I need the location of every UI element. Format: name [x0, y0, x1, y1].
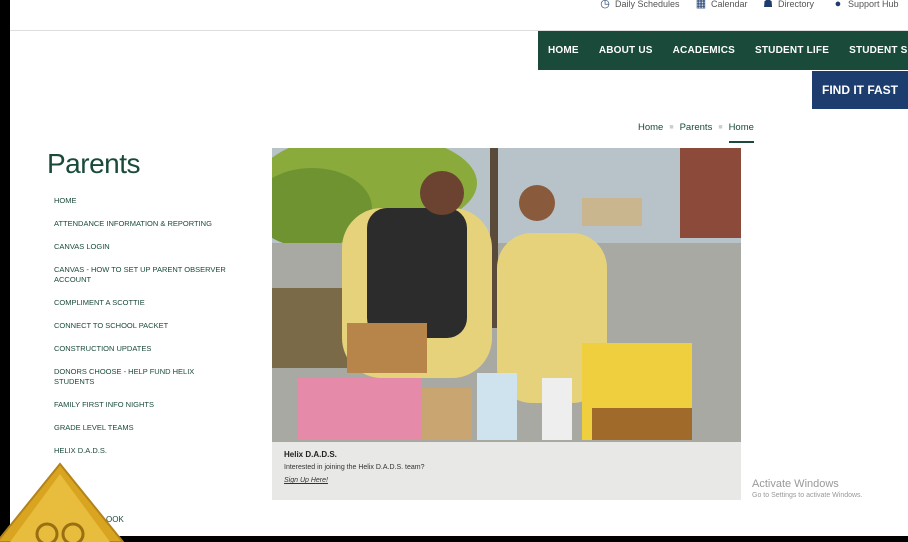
utility-link-directory[interactable]: ☗ Directory [762, 0, 814, 11]
browser-viewport: ◷ Daily Schedules ▦ Calendar ☗ Directory… [10, 0, 908, 536]
sidebar-item-donors-choose[interactable]: DONORS CHOOSE - HELP FUND HELIX STUDENTS [54, 367, 234, 387]
sidebar-item-grade-level[interactable]: GRADE LEVEL TEAMS [54, 423, 234, 433]
calendar-icon: ▦ [695, 0, 707, 10]
caption-signup-link[interactable]: Sign Up Here! [284, 477, 328, 484]
nav-student-life[interactable]: STUDENT LIFE [745, 45, 839, 56]
watermark-subtitle: Go to Settings to activate Windows. [752, 492, 863, 499]
clock-icon: ◷ [600, 0, 610, 10]
breadcrumb-home[interactable]: Home [638, 122, 663, 133]
breadcrumb-separator: ■ [718, 124, 723, 131]
caption-text: Interested in joining the Helix D.A.D.S.… [284, 464, 425, 471]
support-icon: ● [834, 0, 842, 10]
hero-caption: Helix D.A.D.S. Interested in joining the… [272, 442, 741, 500]
sidebar-item-compliment[interactable]: COMPLIMENT A SCOTTIE [54, 298, 234, 308]
sidebar-item-attendance[interactable]: ATTENDANCE INFORMATION & REPORTING [54, 219, 234, 229]
page-title: Parents [47, 148, 141, 179]
sidebar-item-connect-packet[interactable]: CONNECT TO SCHOOL PACKET [54, 321, 234, 331]
utility-link-calendar[interactable]: ▦ Calendar [695, 0, 748, 11]
nav-home[interactable]: HOME [538, 45, 589, 56]
utility-label: Support Hub [848, 0, 899, 9]
main-navigation: HOME ABOUT US ACADEMICS STUDENT LIFE STU… [538, 31, 908, 70]
watermark-title: Activate Windows [752, 478, 839, 490]
breadcrumb-current: Home [728, 122, 754, 143]
utility-link-support[interactable]: ● Support Hub [832, 0, 899, 11]
sidebar-item-helix-dads[interactable]: HELIX D.A.D.S. [54, 446, 234, 456]
sidebar-item-canvas-observer[interactable]: CANVAS - HOW TO SET UP PARENT OBSERVER A… [54, 265, 234, 285]
sidebar-menu: HOME ATTENDANCE INFORMATION & REPORTING … [54, 196, 234, 469]
school-badge-icon [0, 462, 125, 542]
sidebar-item-home[interactable]: HOME [54, 196, 234, 206]
sidebar-item-family-first[interactable]: FAMILY FIRST INFO NIGHTS [54, 400, 234, 410]
nav-academics[interactable]: ACADEMICS [663, 45, 745, 56]
hero-slideshow[interactable]: Helix D.A.D.S. Interested in joining the… [272, 148, 741, 500]
nav-about-us[interactable]: ABOUT US [589, 45, 663, 56]
utility-label: Calendar [711, 0, 748, 9]
breadcrumb-separator: ■ [669, 124, 674, 131]
sidebar-item-construction[interactable]: CONSTRUCTION UPDATES [54, 344, 234, 354]
utility-label: Directory [778, 0, 815, 9]
breadcrumb: Home ■ Parents ■ Home [638, 122, 754, 143]
utility-label: Daily Schedules [615, 0, 680, 9]
utility-link-schedules[interactable]: ◷ Daily Schedules [599, 0, 680, 11]
utility-bar: ◷ Daily Schedules ▦ Calendar ☗ Directory… [10, 0, 908, 31]
breadcrumb-parents[interactable]: Parents [680, 122, 713, 133]
caption-title: Helix D.A.D.S. [284, 450, 337, 459]
find-it-fast-button[interactable]: FIND IT FAST [812, 71, 908, 109]
sidebar-item-canvas-login[interactable]: CANVAS LOGIN [54, 242, 234, 252]
activate-windows-watermark: Activate Windows Go to Settings to activ… [752, 478, 863, 499]
people-icon: ☗ [763, 0, 773, 10]
nav-student-support[interactable]: STUDENT SUPPORT [839, 45, 908, 56]
